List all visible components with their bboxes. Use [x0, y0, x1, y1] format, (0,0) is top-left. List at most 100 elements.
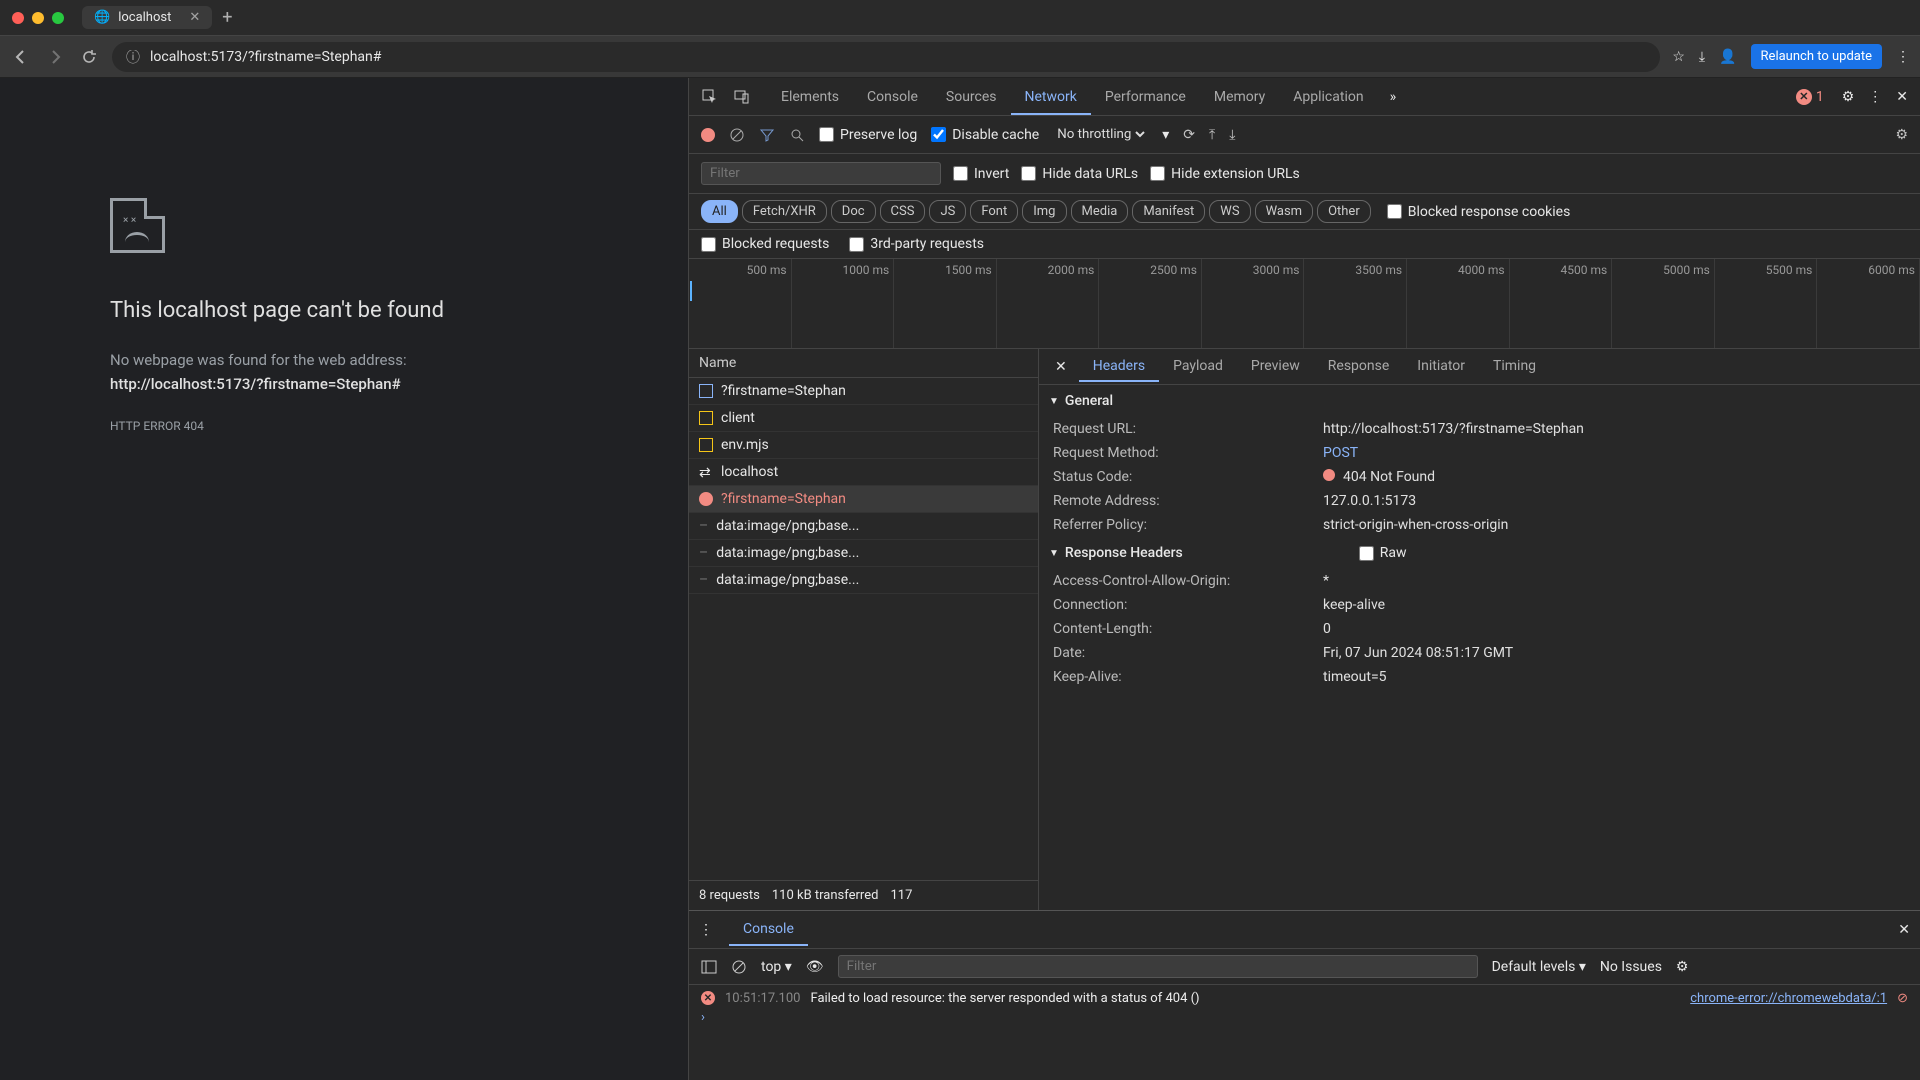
site-info-icon[interactable]: ⓘ: [126, 47, 140, 67]
devtools-tab-network[interactable]: Network: [1011, 81, 1091, 115]
chip-other[interactable]: Other: [1317, 200, 1371, 223]
header-value: 127.0.0.1:5173: [1323, 493, 1416, 509]
record-button[interactable]: [701, 128, 715, 142]
install-icon[interactable]: ⤓: [1699, 49, 1705, 65]
raw-checkbox[interactable]: Raw: [1359, 545, 1407, 561]
log-levels-select[interactable]: Default levels ▾: [1492, 959, 1586, 975]
detail-tab-timing[interactable]: Timing: [1479, 352, 1550, 382]
address-bar[interactable]: ⓘ localhost:5173/?firstname=Stephan#: [112, 42, 1660, 72]
hide-data-urls-checkbox[interactable]: Hide data URLs: [1021, 166, 1138, 182]
detail-tab-preview[interactable]: Preview: [1237, 352, 1314, 382]
devtools-tab-memory[interactable]: Memory: [1200, 81, 1279, 113]
reload-button[interactable]: [78, 49, 100, 65]
chip-css[interactable]: CSS: [880, 200, 926, 223]
drawer-menu-icon[interactable]: ⋮: [699, 922, 713, 938]
close-devtools-icon[interactable]: ✕: [1896, 89, 1908, 105]
search-icon[interactable]: [789, 127, 805, 143]
request-row[interactable]: ⇄localhost: [689, 459, 1038, 486]
request-row[interactable]: client: [689, 405, 1038, 432]
console-filter-input[interactable]: [838, 955, 1478, 978]
detail-tab-response[interactable]: Response: [1314, 352, 1404, 382]
chip-img[interactable]: Img: [1022, 200, 1066, 223]
settings-icon[interactable]: ⚙: [1842, 89, 1855, 105]
devtools-tab-console[interactable]: Console: [853, 81, 932, 113]
devtools-tab-elements[interactable]: Elements: [767, 81, 853, 113]
bookmark-icon[interactable]: ☆: [1672, 49, 1685, 65]
menu-icon[interactable]: ⋮: [1896, 49, 1910, 65]
request-row[interactable]: –data:image/png;base...: [689, 567, 1038, 594]
console-settings-icon[interactable]: ⚙: [1676, 959, 1689, 975]
filter-icon[interactable]: [759, 127, 775, 143]
network-conditions-icon[interactable]: ⟳: [1183, 127, 1195, 143]
blocked-requests-checkbox[interactable]: Blocked requests: [701, 236, 829, 252]
device-toggle-icon[interactable]: [733, 88, 751, 106]
clear-console-icon[interactable]: [731, 959, 747, 975]
chip-manifest[interactable]: Manifest: [1132, 200, 1205, 223]
general-section-header[interactable]: ▼General: [1039, 385, 1920, 417]
close-window-icon[interactable]: [12, 12, 24, 24]
filter-input[interactable]: [701, 162, 941, 185]
devtools-tab-performance[interactable]: Performance: [1091, 81, 1200, 113]
sad-document-icon: × ×: [110, 198, 165, 253]
close-tab-icon[interactable]: ✕: [189, 10, 200, 25]
chip-ws[interactable]: WS: [1209, 200, 1250, 223]
chip-doc[interactable]: Doc: [831, 200, 876, 223]
detail-tab-headers[interactable]: Headers: [1079, 352, 1159, 382]
close-detail-icon[interactable]: ✕: [1047, 359, 1075, 375]
context-select[interactable]: top ▾: [761, 959, 792, 975]
console-error-row[interactable]: ✕ 10:51:17.100 Failed to load resource: …: [701, 991, 1908, 1006]
detail-tab-payload[interactable]: Payload: [1159, 352, 1237, 382]
chip-font[interactable]: Font: [970, 200, 1018, 223]
chevron-down-icon[interactable]: ▾: [1162, 127, 1169, 143]
devtools-tab-sources[interactable]: Sources: [932, 81, 1011, 113]
kebab-icon[interactable]: ⋮: [1868, 89, 1882, 105]
sidebar-toggle-icon[interactable]: [701, 959, 717, 975]
request-row[interactable]: –data:image/png;base...: [689, 540, 1038, 567]
more-tabs-icon[interactable]: »: [1390, 89, 1397, 105]
chip-all[interactable]: All: [701, 200, 738, 223]
export-har-icon[interactable]: ⤓: [1229, 127, 1235, 143]
throttling-select[interactable]: No throttling: [1053, 126, 1148, 143]
chip-wasm[interactable]: Wasm: [1255, 200, 1314, 223]
request-row[interactable]: ?firstname=Stephan: [689, 378, 1038, 405]
invert-checkbox[interactable]: Invert: [953, 166, 1009, 182]
request-row[interactable]: ?firstname=Stephan: [689, 486, 1038, 513]
drawer-tab-console[interactable]: Console: [729, 914, 808, 946]
inspect-icon[interactable]: [701, 88, 719, 106]
console-prompt[interactable]: ›: [701, 1010, 1908, 1025]
close-drawer-icon[interactable]: ✕: [1898, 922, 1910, 938]
new-tab-button[interactable]: +: [222, 7, 232, 28]
tab-title: localhost: [118, 10, 171, 25]
third-party-checkbox[interactable]: 3rd-party requests: [849, 236, 984, 252]
error-badge[interactable]: ✕ 1: [1796, 89, 1824, 105]
chip-media[interactable]: Media: [1071, 200, 1129, 223]
waterfall-timeline[interactable]: 500 ms1000 ms1500 ms2000 ms2500 ms3000 m…: [689, 259, 1920, 349]
hide-extension-urls-checkbox[interactable]: Hide extension URLs: [1150, 166, 1300, 182]
maximize-window-icon[interactable]: [52, 12, 64, 24]
devtools-tab-application[interactable]: Application: [1279, 81, 1377, 113]
relaunch-button[interactable]: Relaunch to update: [1751, 44, 1882, 69]
blocked-cookies-checkbox[interactable]: Blocked response cookies: [1387, 204, 1571, 220]
chip-js[interactable]: JS: [929, 200, 966, 223]
issues-label[interactable]: No Issues: [1600, 959, 1662, 975]
request-row[interactable]: env.mjs: [689, 432, 1038, 459]
disable-cache-checkbox[interactable]: Disable cache: [931, 127, 1039, 143]
live-expression-icon[interactable]: 👁: [806, 959, 824, 975]
header-key: Status Code:: [1053, 469, 1323, 485]
browser-tab[interactable]: 🌐 localhost ✕: [82, 6, 212, 29]
request-row[interactable]: –data:image/png;base...: [689, 513, 1038, 540]
import-har-icon[interactable]: ⤒: [1209, 127, 1215, 143]
forward-button[interactable]: [44, 49, 66, 65]
traffic-lights[interactable]: [12, 12, 64, 24]
preserve-log-checkbox[interactable]: Preserve log: [819, 127, 917, 143]
back-button[interactable]: [10, 49, 32, 65]
gear-icon[interactable]: ⚙: [1895, 127, 1908, 143]
minimize-window-icon[interactable]: [32, 12, 44, 24]
profile-icon[interactable]: 👤: [1719, 49, 1736, 65]
detail-tab-initiator[interactable]: Initiator: [1403, 352, 1479, 382]
clear-button[interactable]: [729, 127, 745, 143]
chip-fetchxhr[interactable]: Fetch/XHR: [742, 200, 827, 223]
response-headers-section-header[interactable]: ▼Response Headers Raw: [1039, 537, 1920, 569]
log-source[interactable]: chrome-error://chromewebdata/:1: [1690, 991, 1887, 1006]
list-header-name[interactable]: Name: [689, 349, 1038, 378]
